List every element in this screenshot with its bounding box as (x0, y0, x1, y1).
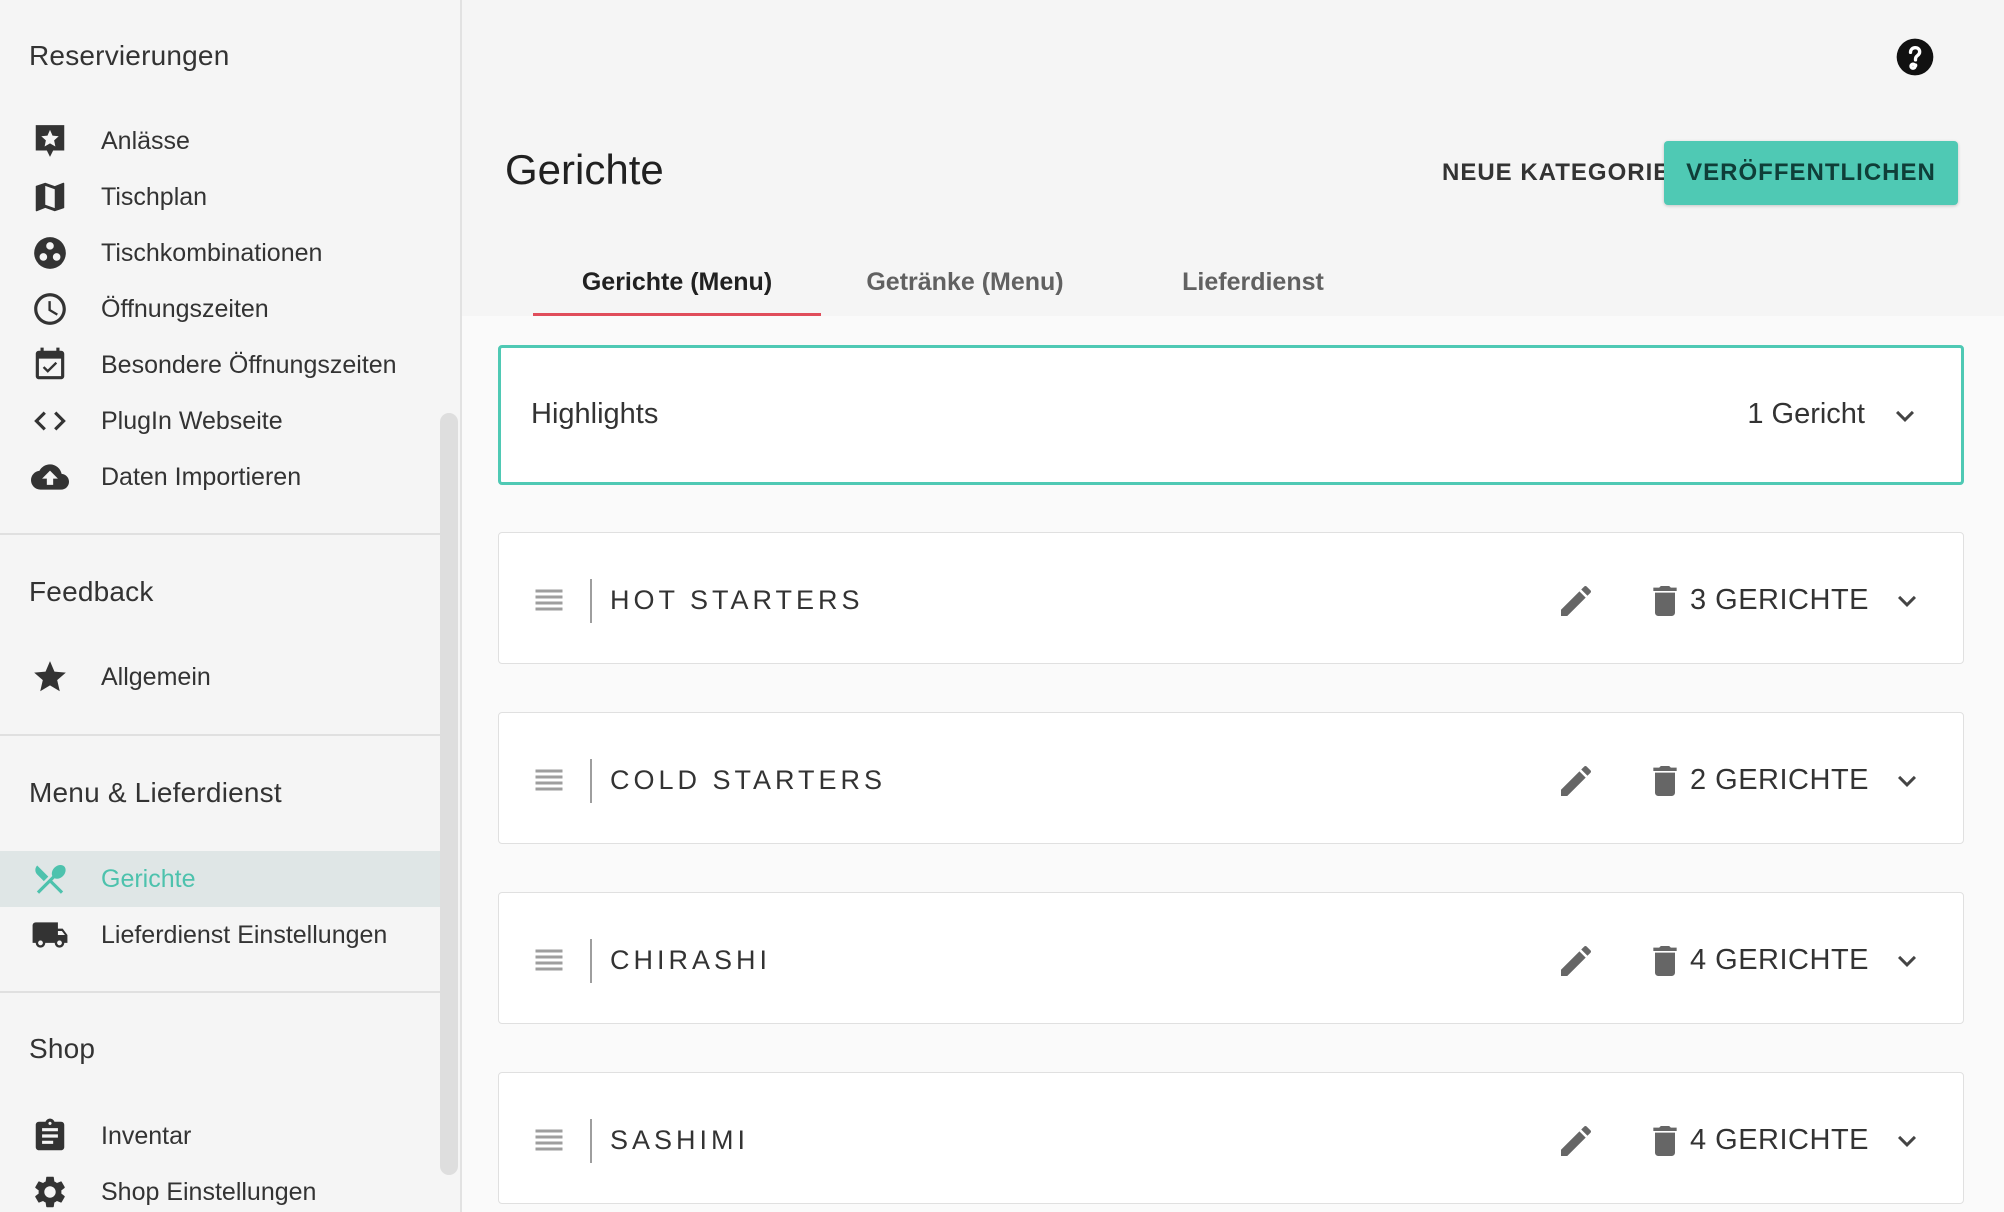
sidebar-item-label: Shop Einstellungen (101, 1177, 317, 1206)
event-star-icon (30, 121, 70, 161)
category-name: CHIRASHI (610, 945, 772, 975)
delete-icon[interactable] (1645, 1121, 1685, 1161)
main-content: Gerichte NEUE KATEGORIE VERÖFFENTLICHEN … (462, 0, 2004, 1212)
star-icon (30, 657, 70, 697)
section-title-feedback: Feedback (29, 576, 154, 607)
sidebar-item-tischkombinationen[interactable]: Tischkombinationen (0, 225, 442, 281)
delete-icon[interactable] (1645, 581, 1685, 621)
separator (590, 579, 592, 623)
tab-getraenke-menu[interactable]: Getränke (Menu) (821, 248, 1109, 316)
category-count: 4 GERICHTE (1689, 1124, 1869, 1156)
divider (0, 991, 442, 993)
category-count: 3 GERICHTE (1689, 584, 1869, 616)
category-card[interactable]: HOT STARTERS 3 GERICHTE (498, 532, 1964, 664)
sidebar-item-label: Lieferdienst Einstellungen (101, 920, 388, 949)
chevron-down-icon[interactable] (1889, 1123, 1925, 1159)
category-card[interactable]: CHIRASHI 4 GERICHTE (498, 892, 1964, 1024)
sidebar-item-oeffnungszeiten[interactable]: Öffnungszeiten (0, 281, 442, 337)
help-icon[interactable] (1895, 37, 1935, 77)
sidebar: Reservierungen Anlässe Tischplan Tischko… (0, 0, 462, 1212)
category-name: HOT STARTERS (610, 585, 864, 615)
edit-icon[interactable] (1556, 1121, 1596, 1161)
divider (0, 533, 442, 535)
tab-bar: Gerichte (Menu) Getränke (Menu) Lieferdi… (533, 248, 1397, 316)
edit-icon[interactable] (1556, 581, 1596, 621)
page-title: Gerichte (505, 146, 664, 193)
clock-icon (30, 289, 70, 329)
delete-icon[interactable] (1645, 761, 1685, 801)
sidebar-item-label: Gerichte (101, 864, 196, 893)
category-name: COLD STARTERS (610, 765, 887, 795)
sidebar-item-besondere-oeffnungszeiten[interactable]: Besondere Öffnungszeiten (0, 337, 442, 393)
delete-icon[interactable] (1645, 941, 1685, 981)
sidebar-item-tischplan[interactable]: Tischplan (0, 169, 442, 225)
cloud-upload-icon (30, 457, 70, 497)
cutlery-icon (30, 859, 70, 899)
calendar-check-icon (30, 345, 70, 385)
sidebar-item-plugin-webseite[interactable]: PlugIn Webseite (0, 393, 442, 449)
clipboard-icon (30, 1116, 70, 1156)
section-title-reservierungen: Reservierungen (29, 40, 230, 71)
tab-gerichte-menu[interactable]: Gerichte (Menu) (533, 248, 821, 316)
separator (590, 939, 592, 983)
separator (590, 1119, 592, 1163)
highlights-card[interactable]: Highlights 1 Gericht (498, 345, 1964, 485)
sidebar-item-inventar[interactable]: Inventar (0, 1108, 442, 1164)
sidebar-item-allgemein[interactable]: Allgemein (0, 649, 442, 705)
edit-icon[interactable] (1556, 941, 1596, 981)
sidebar-item-label: Inventar (101, 1121, 192, 1150)
new-category-button[interactable]: NEUE KATEGORIE (1432, 141, 1680, 205)
chevron-down-icon[interactable] (1889, 583, 1925, 619)
bubbles-icon (30, 233, 70, 273)
map-icon (30, 177, 70, 217)
sidebar-item-label: PlugIn Webseite (101, 406, 283, 435)
sidebar-item-label: Daten Importieren (101, 462, 302, 491)
drag-handle-icon[interactable] (529, 582, 569, 618)
truck-icon (30, 915, 70, 955)
sidebar-item-label: Anlässe (101, 126, 190, 155)
drag-handle-icon[interactable] (529, 762, 569, 798)
sidebar-item-anlaesse[interactable]: Anlässe (0, 113, 442, 169)
category-card[interactable]: COLD STARTERS 2 GERICHTE (498, 712, 1964, 844)
code-icon (30, 401, 70, 441)
sidebar-item-label: Tischkombinationen (101, 238, 323, 267)
category-card[interactable]: SASHIMI 4 GERICHTE (498, 1072, 1964, 1204)
sidebar-item-label: Allgemein (101, 662, 211, 691)
chevron-down-icon[interactable] (1889, 943, 1925, 979)
highlights-label: Highlights (531, 398, 659, 430)
chevron-down-icon[interactable] (1889, 763, 1925, 799)
separator (590, 759, 592, 803)
publish-button[interactable]: VERÖFFENTLICHEN (1664, 141, 1958, 205)
edit-icon[interactable] (1556, 761, 1596, 801)
sidebar-item-daten-importieren[interactable]: Daten Importieren (0, 449, 442, 505)
sidebar-item-gerichte[interactable]: Gerichte (0, 851, 442, 907)
drag-handle-icon[interactable] (529, 942, 569, 978)
sidebar-item-label: Tischplan (101, 182, 208, 211)
chevron-down-icon[interactable] (1887, 398, 1923, 434)
gear-icon (30, 1172, 70, 1212)
sidebar-item-label: Besondere Öffnungszeiten (101, 350, 397, 379)
category-list: Highlights 1 Gericht HOT STARTERS 3 GERI… (462, 316, 2004, 1212)
sidebar-item-shop-einstellungen[interactable]: Shop Einstellungen (0, 1164, 442, 1212)
drag-handle-icon[interactable] (529, 1122, 569, 1158)
category-name: SASHIMI (610, 1125, 750, 1155)
sidebar-item-lieferdienst-einstellungen[interactable]: Lieferdienst Einstellungen (0, 907, 442, 963)
sidebar-item-label: Öffnungszeiten (101, 294, 269, 323)
divider (0, 734, 442, 736)
highlights-count: 1 Gericht (1747, 398, 1865, 430)
section-title-shop: Shop (29, 1033, 96, 1064)
tab-lieferdienst[interactable]: Lieferdienst (1109, 248, 1397, 316)
category-count: 2 GERICHTE (1689, 764, 1869, 796)
sidebar-scrollbar[interactable] (440, 413, 458, 1175)
category-count: 4 GERICHTE (1689, 944, 1869, 976)
section-title-menu-lieferdienst: Menu & Lieferdienst (29, 777, 282, 808)
